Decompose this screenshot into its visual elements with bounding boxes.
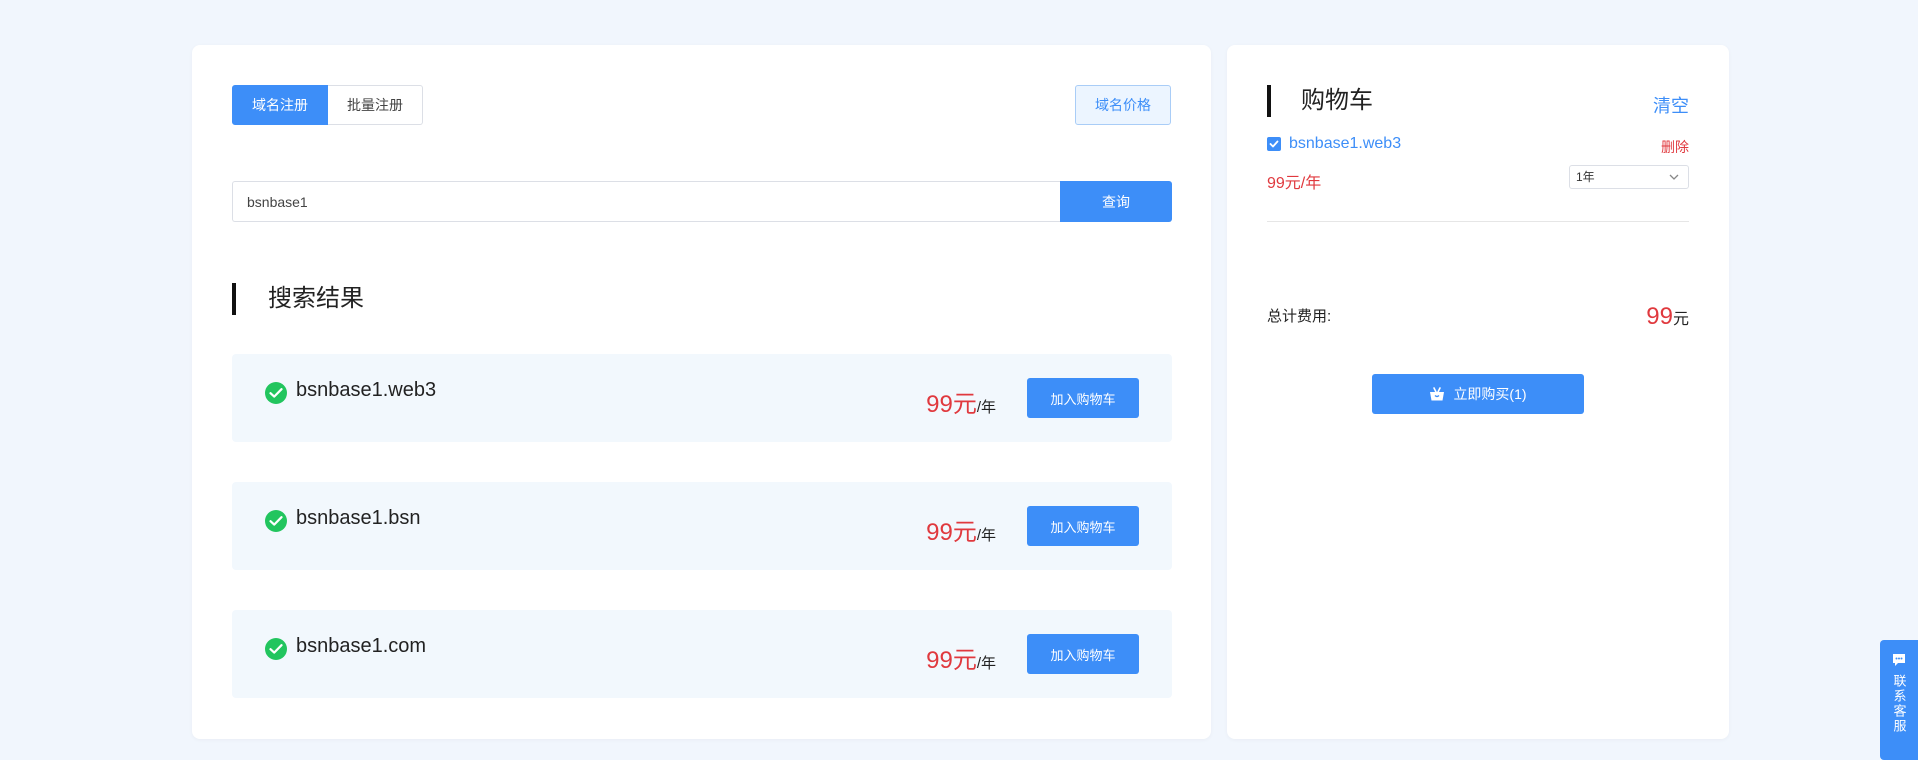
clear-cart-link[interactable]: 清空 [1653, 92, 1689, 118]
chat-icon [1893, 654, 1905, 666]
cart-item-price: 99元/年 [1267, 175, 1322, 192]
result-item: bsnbase1.web3 99元/年 加入购物车 [232, 354, 1172, 442]
result-item: bsnbase1.com 99元/年 加入购物车 [232, 610, 1172, 698]
cart-panel: 购物车 清空 bsnbase1.web3 删除 99元/年 1年 总计费用: 9… [1227, 45, 1729, 739]
result-price-unit: /年 [976, 399, 996, 416]
cart-item: bsnbase1.web3 删除 [1267, 135, 1689, 155]
result-price: 99元/年 [926, 640, 996, 675]
result-domain: bsnbase1.bsn [296, 507, 421, 529]
result-domain: bsnbase1.com [296, 635, 427, 657]
domain-price-button[interactable]: 域名价格 [1075, 85, 1171, 125]
period-select-value: 1年 [1576, 170, 1595, 184]
search-button[interactable]: 查询 [1060, 181, 1172, 222]
result-domain: bsnbase1.web3 [296, 379, 437, 401]
total-label: 总计费用: [1267, 308, 1332, 325]
contact-service-label: 联系客服 [1891, 674, 1907, 734]
search-bar: 查询 [232, 181, 1172, 222]
delete-cart-item-link[interactable]: 删除 [1661, 137, 1689, 157]
buy-now-button[interactable]: 立即购买(1) [1372, 374, 1584, 414]
chevron-down-icon [1669, 174, 1679, 180]
search-input[interactable] [232, 181, 1060, 222]
result-item: bsnbase1.bsn 99元/年 加入购物车 [232, 482, 1172, 570]
result-price: 99元/年 [926, 512, 996, 547]
shopping-basket-icon [1430, 387, 1445, 401]
contact-service-button[interactable]: 联系客服 [1880, 640, 1918, 760]
cart-title: 购物车 [1267, 85, 1373, 117]
tab-domain-register[interactable]: 域名注册 [232, 85, 328, 125]
register-tabs: 域名注册 批量注册 [232, 85, 423, 125]
result-price-value: 99元 [926, 519, 977, 546]
result-price-unit: /年 [976, 655, 996, 672]
total-unit: 元 [1672, 311, 1689, 328]
cart-item-checkbox[interactable] [1267, 137, 1281, 151]
available-check-icon [265, 638, 287, 660]
domain-search-panel: 域名注册 批量注册 域名价格 查询 搜索结果 bsnbase1.web3 99元… [192, 45, 1211, 739]
period-select[interactable]: 1年 [1569, 165, 1689, 189]
available-check-icon [265, 510, 287, 532]
cart-item-name: bsnbase1.web3 [1289, 135, 1402, 152]
total-value: 99元 [1646, 303, 1689, 331]
results-title: 搜索结果 [232, 283, 364, 315]
result-price-unit: /年 [976, 527, 996, 544]
total-amount: 99 [1646, 303, 1673, 330]
add-to-cart-button[interactable]: 加入购物车 [1027, 506, 1139, 546]
tab-batch-register[interactable]: 批量注册 [328, 85, 423, 125]
result-price: 99元/年 [926, 384, 996, 419]
available-check-icon [265, 382, 287, 404]
add-to-cart-button[interactable]: 加入购物车 [1027, 634, 1139, 674]
result-price-value: 99元 [926, 391, 977, 418]
cart-divider [1267, 221, 1689, 222]
add-to-cart-button[interactable]: 加入购物车 [1027, 378, 1139, 418]
result-price-value: 99元 [926, 647, 977, 674]
buy-now-label: 立即购买(1) [1453, 386, 1527, 402]
